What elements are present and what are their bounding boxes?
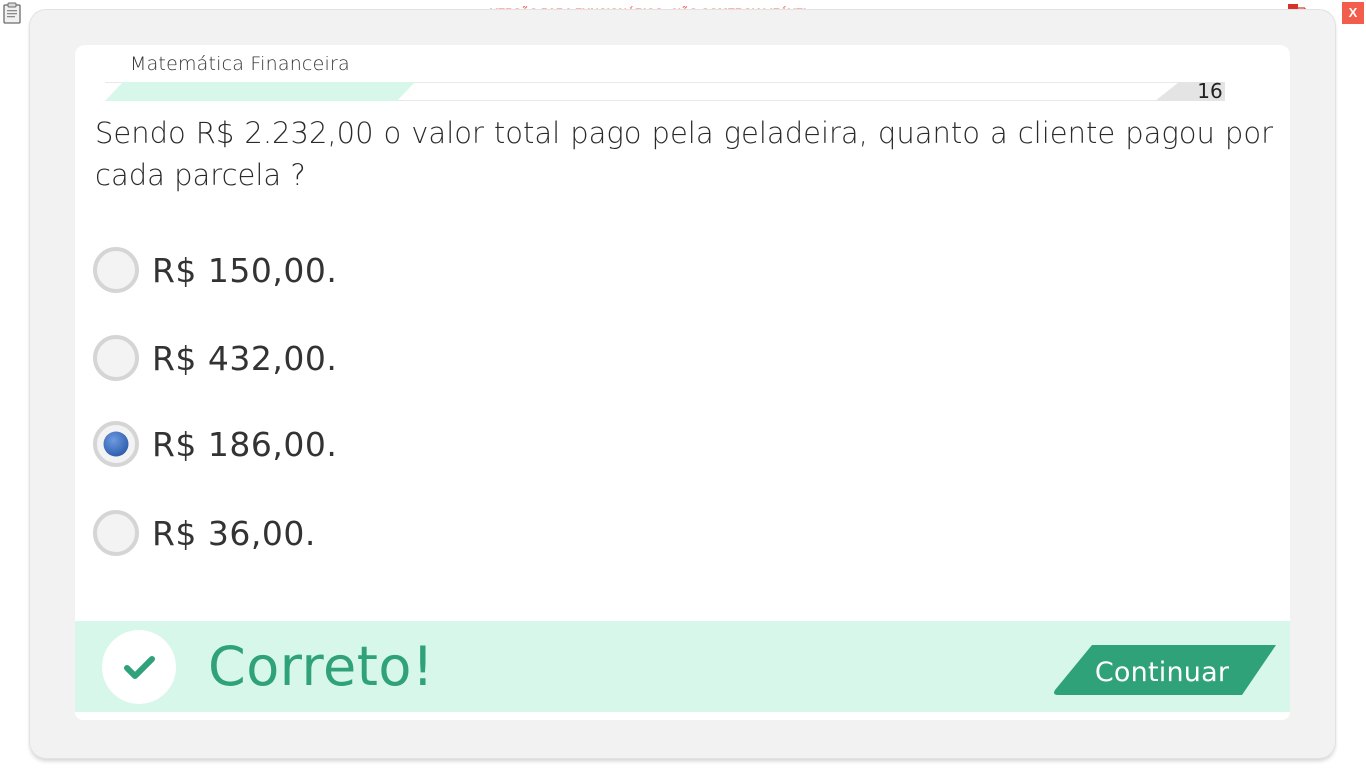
answer-option-2[interactable]: R$ 432,00.: [93, 334, 337, 382]
check-badge: [102, 630, 176, 704]
subject-title: Matemática Financeira: [130, 53, 350, 75]
close-button[interactable]: X: [1342, 2, 1364, 24]
option-label: R$ 150,00.: [152, 250, 338, 290]
radio-button[interactable]: [93, 510, 139, 556]
answer-option-1[interactable]: R$ 150,00.: [93, 246, 337, 294]
answer-option-3[interactable]: R$ 186,00.: [93, 420, 337, 468]
checkmark-icon: [124, 656, 155, 679]
radio-button[interactable]: [93, 335, 139, 381]
continue-button-label[interactable]: Continuar: [1052, 643, 1272, 697]
option-label: R$ 36,00.: [152, 513, 316, 553]
question-text: Sendo R$ 2.232,00 o valor total pago pel…: [95, 116, 1273, 192]
option-label: R$ 432,00.: [152, 338, 338, 378]
clipboard-icon[interactable]: [3, 2, 21, 24]
radio-button-selected[interactable]: [93, 421, 139, 467]
option-label: R$ 186,00.: [152, 424, 338, 464]
answer-option-4[interactable]: R$ 36,00.: [93, 509, 316, 557]
feedback-status: Correto!: [208, 635, 435, 698]
question-number: 16: [1197, 79, 1223, 103]
radio-button[interactable]: [93, 247, 139, 293]
header-progress-bar: [105, 82, 1225, 101]
card-bottom-edge: [75, 712, 1290, 720]
